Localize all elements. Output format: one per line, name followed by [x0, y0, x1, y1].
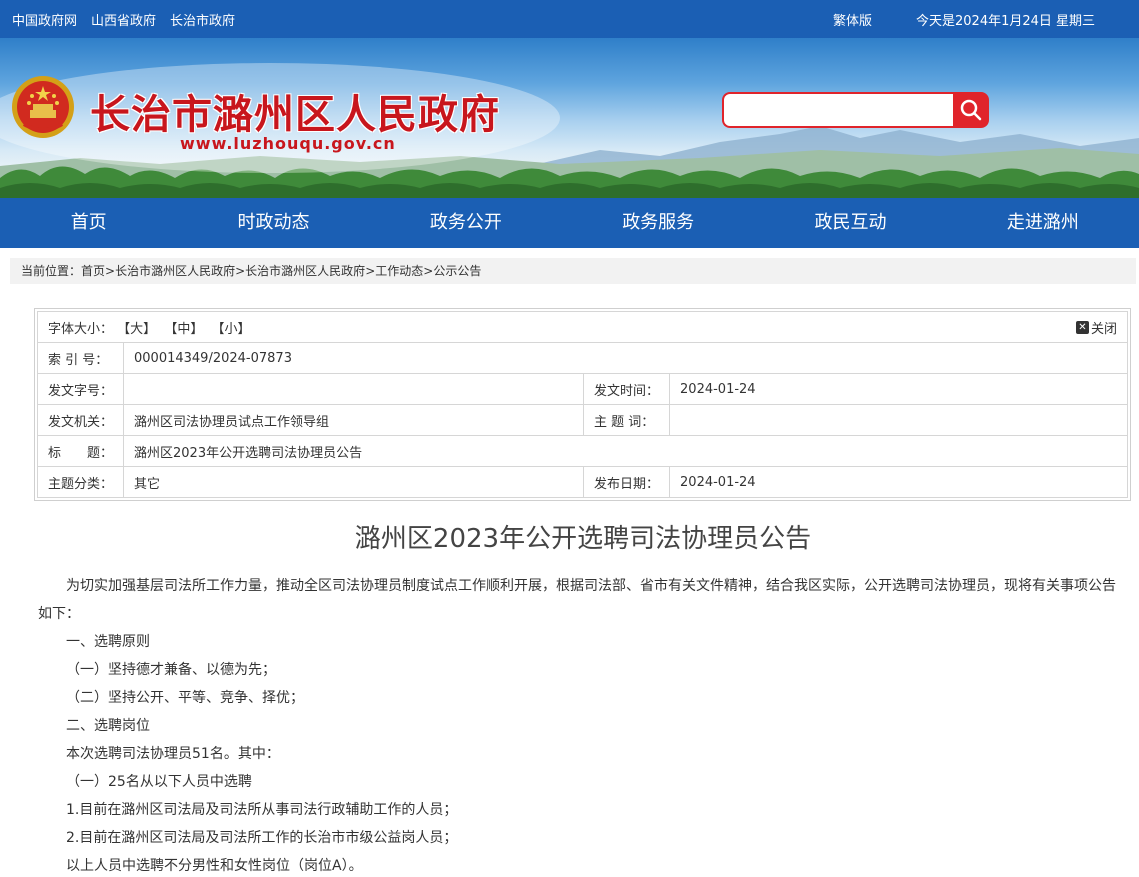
category-value: 其它: [123, 466, 585, 498]
font-size-medium[interactable]: 【中】: [164, 322, 203, 337]
header-banner: 长治市潞州区人民政府 www.luzhouqu.gov.cn: [0, 38, 1139, 198]
keyword-value: [669, 404, 1128, 436]
doc-number-value: [123, 373, 585, 405]
font-size-row: 字体大小： 【大】 【中】 【小】 ✕ 关闭: [37, 311, 1128, 343]
top-links: 中国政府网 山西省政府 长治市政府: [12, 10, 235, 29]
breadcrumb-label: 当前位置：: [21, 264, 82, 278]
issuing-org-value: 潞州区司法协理员试点工作领导组: [123, 404, 585, 436]
article-paragraph: 为切实加强基层司法所工作力量，推动全区司法协理员制度试点工作顺利开展，根据司法部…: [38, 578, 1116, 622]
article-paragraph: 1.目前在潞州区司法局及司法所从事司法行政辅助工作的人员；: [66, 802, 458, 818]
issuing-org-label: 发文机关：: [36, 404, 125, 436]
category-label: 主题分类：: [36, 466, 125, 498]
site-url: www.luzhouqu.gov.cn: [180, 134, 396, 153]
article-paragraph: 以上人员中选聘不分男性和女性岗位（岗位A）。: [66, 858, 363, 874]
breadcrumb-work-news[interactable]: 工作动态: [375, 264, 423, 278]
top-bar: 中国政府网 山西省政府 长治市政府 繁体版 今天是2024年1月24日 星期三: [0, 0, 1139, 38]
publish-date-label: 发布日期：: [583, 466, 671, 498]
document-info-table: 字体大小： 【大】 【中】 【小】 ✕ 关闭 索 引 号： 000014349/…: [36, 311, 1128, 498]
nav-news[interactable]: 时政动态: [177, 198, 369, 248]
index-value: 000014349/2024-07873: [123, 342, 1128, 374]
breadcrumb-district-gov[interactable]: 长治市潞州区人民政府: [115, 264, 235, 278]
breadcrumb-district-gov-2[interactable]: 长治市潞州区人民政府: [245, 264, 365, 278]
article-paragraph: （二）坚持公开、平等、竞争、择优；: [66, 690, 304, 706]
search-input[interactable]: [722, 92, 954, 128]
nav-gov-service[interactable]: 政务服务: [562, 198, 754, 248]
breadcrumb-sep: >: [235, 264, 246, 278]
article-paragraph: 2.目前在潞州区司法局及司法所工作的长治市市级公益岗人员；: [66, 830, 458, 846]
article-paragraph: 二、选聘岗位: [66, 718, 150, 734]
nav-about-luzhou[interactable]: 走进潞州: [947, 198, 1139, 248]
search-icon: [960, 99, 982, 121]
keyword-label: 主 题 词：: [583, 404, 671, 436]
index-label: 索 引 号：: [36, 342, 125, 374]
document-info-panel: 字体大小： 【大】 【中】 【小】 ✕ 关闭 索 引 号： 000014349/…: [34, 308, 1131, 501]
nav-home[interactable]: 首页: [0, 198, 177, 248]
font-size-large[interactable]: 【大】: [117, 322, 156, 337]
article-paragraph: （一）25名从以下人员中选聘: [66, 774, 252, 790]
nav-interaction[interactable]: 政民互动: [754, 198, 946, 248]
article-paragraph: 一、选聘原则: [66, 634, 150, 650]
font-size-label: 字体大小：: [48, 321, 114, 337]
breadcrumb-home[interactable]: 首页: [81, 264, 105, 278]
title-value: 潞州区2023年公开选聘司法协理员公告: [123, 435, 1128, 467]
search-button[interactable]: [953, 92, 989, 128]
breadcrumb: 当前位置：首页>长治市潞州区人民政府>长治市潞州区人民政府>工作动态>公示公告: [10, 258, 1136, 284]
breadcrumb-sep: >: [365, 264, 376, 278]
article-paragraph: （一）坚持德才兼备、以德为先；: [66, 662, 276, 678]
traditional-chinese-link[interactable]: 繁体版: [833, 10, 872, 29]
issue-date-value: 2024-01-24: [669, 373, 1128, 405]
nav-gov-open[interactable]: 政务公开: [370, 198, 562, 248]
link-gov-cn[interactable]: 中国政府网: [12, 10, 77, 29]
close-label: 关闭: [1090, 321, 1117, 337]
link-changzhi-gov[interactable]: 长治市政府: [170, 10, 235, 29]
breadcrumb-sep: >: [423, 264, 434, 278]
title-label: 标 题：: [36, 435, 125, 467]
article-paragraph: 本次选聘司法协理员51名。其中：: [66, 746, 280, 762]
issue-date-label: 发文时间：: [583, 373, 671, 405]
doc-number-label: 发文字号：: [36, 373, 125, 405]
link-shanxi-gov[interactable]: 山西省政府: [91, 10, 156, 29]
main-nav: 首页 时政动态 政务公开 政务服务 政民互动 走进潞州: [0, 198, 1139, 248]
close-button[interactable]: ✕ 关闭: [1075, 318, 1117, 337]
current-date: 今天是2024年1月24日 星期三: [916, 14, 1096, 29]
breadcrumb-announcements[interactable]: 公示公告: [433, 264, 481, 278]
font-size-small[interactable]: 【小】: [211, 322, 250, 337]
article-body: 为切实加强基层司法所工作力量，推动全区司法协理员制度试点工作顺利开展，根据司法部…: [38, 572, 1120, 877]
national-emblem-icon: [12, 76, 74, 138]
close-icon: ✕: [1075, 320, 1089, 334]
publish-date-value: 2024-01-24: [669, 466, 1128, 498]
article-title: 潞州区2023年公开选聘司法协理员公告: [354, 524, 812, 554]
site-title: 长治市潞州区人民政府: [90, 91, 500, 138]
breadcrumb-sep: >: [105, 264, 116, 278]
